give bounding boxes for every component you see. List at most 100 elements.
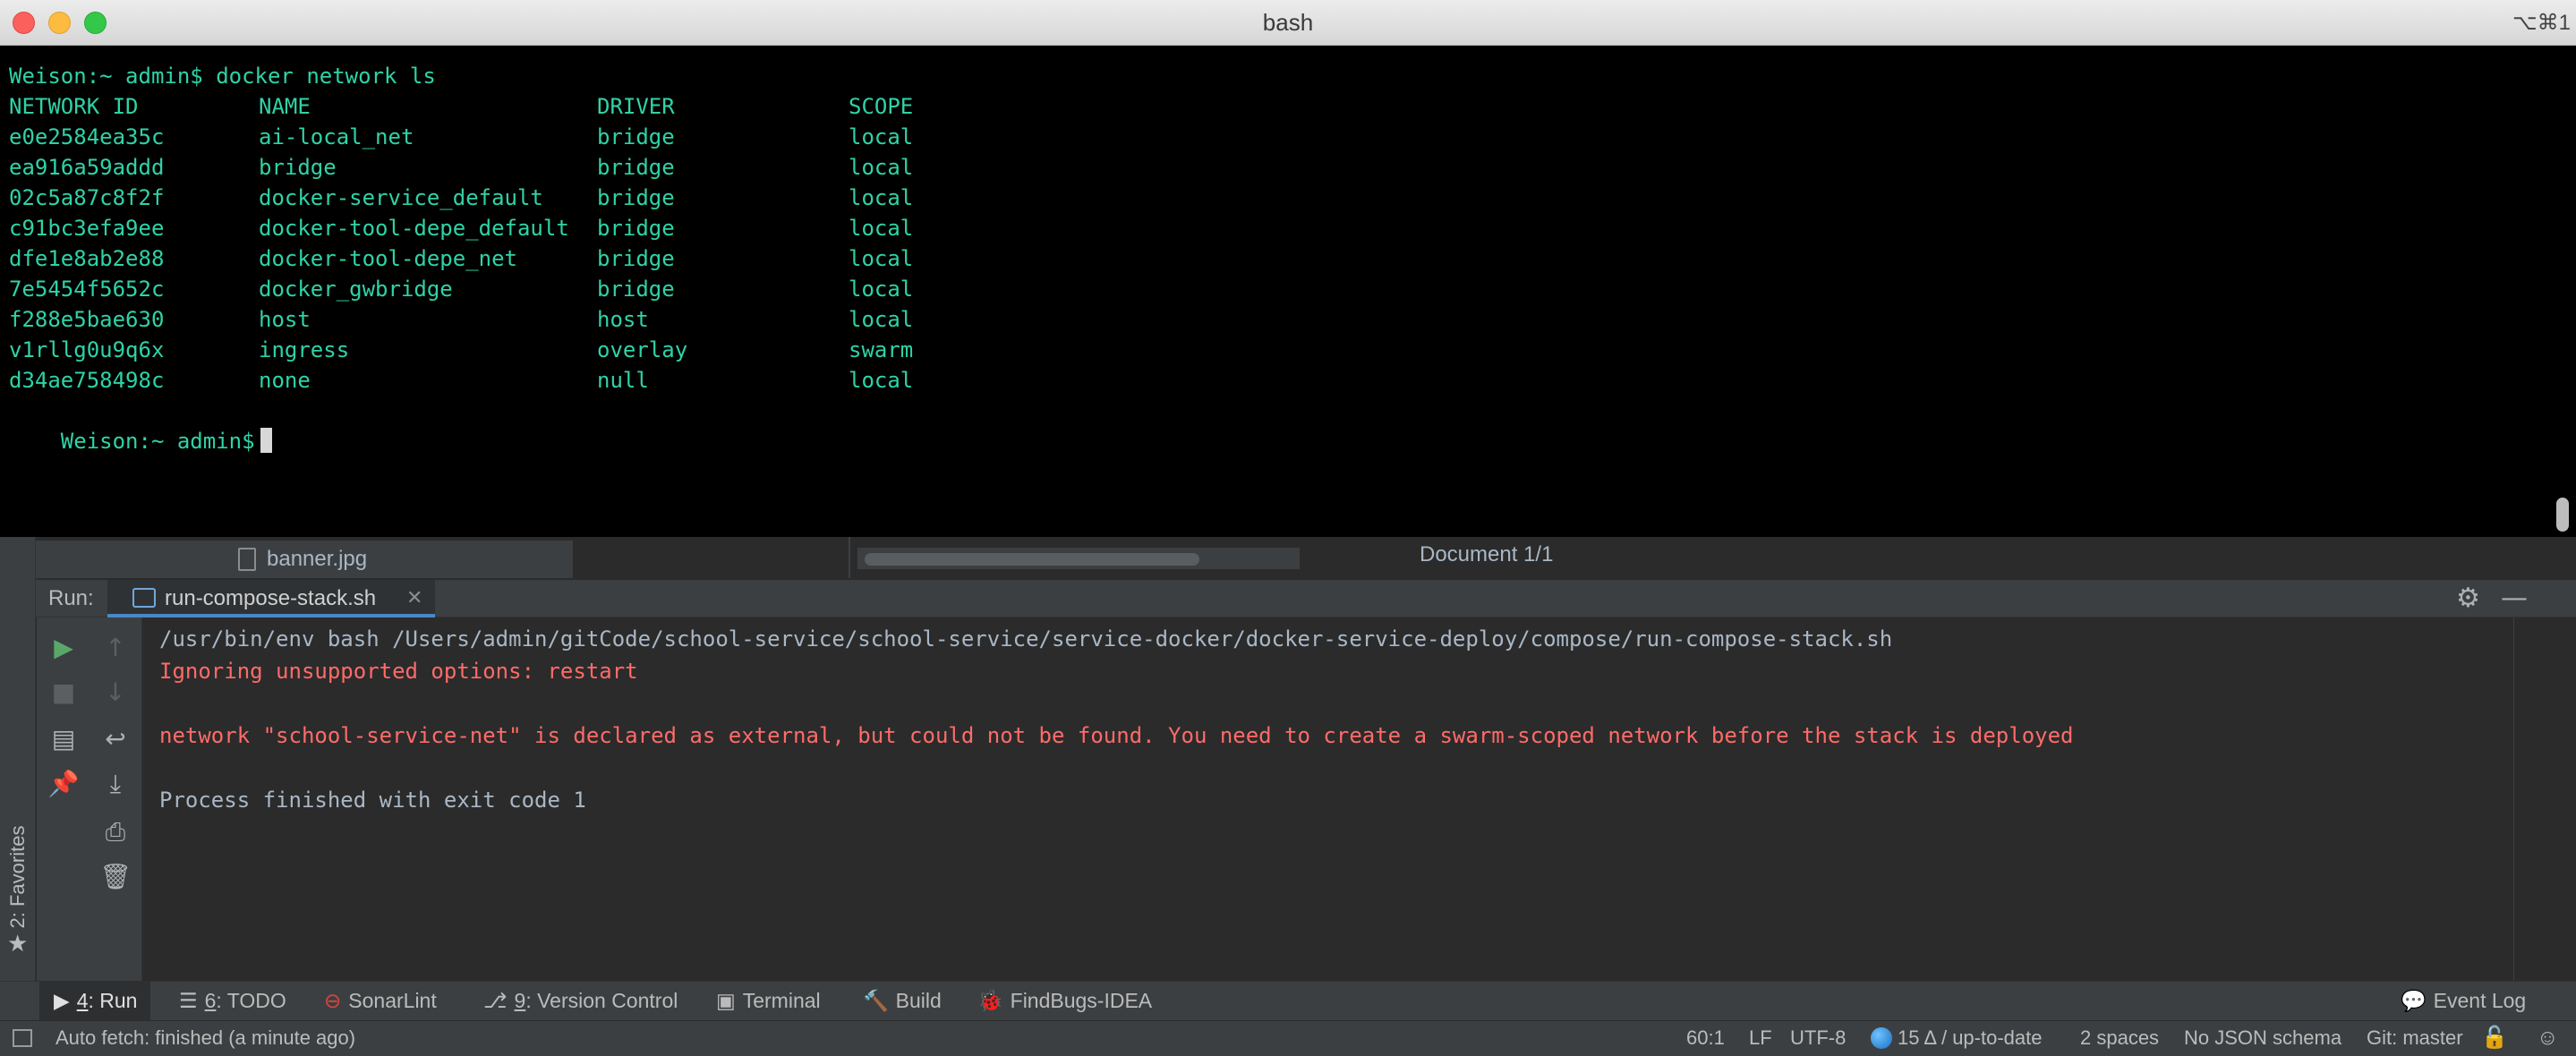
scroll-to-end-icon[interactable]: ⤓ <box>98 766 133 802</box>
table-row: v1rllg0u9q6x ingress overlay swarm <box>9 335 994 365</box>
network-scope-cell: local <box>849 216 914 241</box>
close-tab-icon[interactable]: ✕ <box>406 580 422 617</box>
branch-icon: ⎇ <box>483 989 508 1012</box>
run-toolbar: ▶ ↑ ■ ↓ ▤ ↩ 📌 ⤓ ⎙ 🗑 <box>37 617 142 981</box>
network-id-cell: v1rllg0u9q6x <box>9 337 165 362</box>
network-driver-cell: bridge <box>597 277 675 302</box>
network-id-cell: ea916a59addd <box>9 155 165 180</box>
play-icon: ▶ <box>54 989 70 1012</box>
line-separator[interactable]: LF <box>1749 1020 1772 1056</box>
git-branch[interactable]: Git: master <box>2367 1020 2463 1056</box>
table-row: c91bc3efa9ee docker-tool-depe_default br… <box>9 213 994 243</box>
network-id-cell: d34ae758498c <box>9 368 165 393</box>
network-driver-cell: bridge <box>597 155 675 180</box>
network-name-cell: none <box>259 368 311 393</box>
tool-windows-toggle-icon[interactable] <box>13 1029 32 1047</box>
table-row: 02c5a87c8f2f docker-service_default brid… <box>9 183 994 213</box>
console-line: network "school-service-net" is declared… <box>159 723 2074 748</box>
network-name-cell: ai-local_net <box>259 124 414 149</box>
star-icon[interactable]: ★ <box>7 931 28 958</box>
table-row: 7e5454f5652c docker_gwbridge bridge loca… <box>9 274 994 304</box>
network-name-cell: docker-tool-depe_net <box>259 246 517 271</box>
editor-tab-label: banner.jpg <box>267 547 368 571</box>
trash-icon[interactable]: 🗑 <box>98 859 133 895</box>
terminal-command-line: Weison:~ admin$ docker network ls <box>9 64 436 89</box>
tool-tab-terminal[interactable]: ▣ Terminal <box>716 981 821 1020</box>
speech-bubble-icon: 💬 <box>2401 989 2427 1012</box>
event-log-button[interactable]: 💬 Event Log <box>2401 981 2526 1020</box>
table-row: f288e5bae630 host host local <box>9 304 994 335</box>
run-panel-label: Run: <box>48 586 94 610</box>
up-arrow-icon[interactable]: ↑ <box>98 630 133 666</box>
vcs-status[interactable]: 15 Δ / up-to-date <box>1871 1020 2042 1056</box>
pin-icon[interactable]: 📌 <box>46 766 81 802</box>
tool-tab-version-control[interactable]: ⎇ 9: Version Control <box>483 981 678 1020</box>
tool-tab-todo[interactable]: ☰ 6: TODO <box>179 981 286 1020</box>
console-line: Process finished with exit code 1 <box>159 788 586 813</box>
image-file-icon <box>238 548 256 571</box>
tool-tab-build[interactable]: 🔨 Build <box>863 981 942 1020</box>
document-indicator: Document 1/1 <box>1420 542 1554 566</box>
terminal-shortcut: ⌥⌘1 <box>2512 11 2571 35</box>
network-id-cell: c91bc3efa9ee <box>9 216 165 241</box>
network-driver-cell: bridge <box>597 185 675 210</box>
network-scope-cell: local <box>849 246 914 271</box>
list-icon: ☰ <box>179 989 198 1012</box>
caret-position[interactable]: 60:1 <box>1686 1020 1725 1056</box>
terminal-title: bash <box>1262 9 1314 36</box>
column-header-driver: DRIVER <box>597 94 675 119</box>
json-schema[interactable]: No JSON schema <box>2184 1020 2341 1056</box>
gear-icon[interactable]: ⚙ <box>2456 580 2480 617</box>
network-name-cell: bridge <box>259 155 337 180</box>
minimize-icon[interactable]: — <box>2501 580 2528 617</box>
network-scope-cell: local <box>849 155 914 180</box>
network-name-cell: docker-tool-depe_default <box>259 216 569 241</box>
network-name-cell: ingress <box>259 337 350 362</box>
column-header-network-id: NETWORK ID <box>9 94 139 119</box>
stop-icon[interactable]: ■ <box>46 675 81 711</box>
network-scope-cell: local <box>849 124 914 149</box>
editor-scroll-thumb[interactable] <box>865 553 1199 566</box>
lock-icon[interactable]: 🔓 <box>2481 1020 2508 1056</box>
indent-setting[interactable]: 2 spaces <box>2080 1020 2159 1056</box>
network-scope-cell: local <box>849 277 914 302</box>
network-id-cell: 02c5a87c8f2f <box>9 185 165 210</box>
inspector-icon[interactable]: ☺ <box>2537 1020 2559 1056</box>
network-name-cell: host <box>259 307 311 332</box>
soft-wrap-icon[interactable]: ↩ <box>98 721 133 757</box>
console-line: Ignoring unsupported options: restart <box>159 659 638 684</box>
favorites-tool-button[interactable]: 2: Favorites <box>0 823 36 931</box>
tool-tab-run[interactable]: ▶ 4: Run <box>39 981 150 1020</box>
down-arrow-icon[interactable]: ↓ <box>98 675 133 711</box>
terminal-scrollbar[interactable] <box>2556 498 2569 532</box>
status-message[interactable]: Auto fetch: finished (a minute ago) <box>55 1020 355 1056</box>
print-icon[interactable]: ⎙ <box>98 814 133 850</box>
network-driver-cell: bridge <box>597 216 675 241</box>
tool-tab-findbugs[interactable]: 🐞 FindBugs-IDEA <box>977 981 1152 1020</box>
network-scope-cell: local <box>849 185 914 210</box>
network-name-cell: docker-service_default <box>259 185 543 210</box>
network-driver-cell: bridge <box>597 246 675 271</box>
network-driver-cell: overlay <box>597 337 688 362</box>
console-scrollbar[interactable] <box>2513 617 2540 981</box>
tool-tab-sonarlint[interactable]: ⊖ SonarLint <box>324 981 437 1020</box>
network-id-cell: dfe1e8ab2e88 <box>9 246 165 271</box>
terminal-icon: ▣ <box>716 989 736 1012</box>
network-driver-cell: bridge <box>597 124 675 149</box>
file-encoding[interactable]: UTF-8 <box>1790 1020 1846 1056</box>
layout-icon[interactable]: ▤ <box>46 721 81 757</box>
terminal-table-header: NETWORK ID NAME DRIVER SCOPE <box>9 91 994 122</box>
terminal-prompt: Weison:~ admin$ <box>60 429 255 454</box>
table-row: dfe1e8ab2e88 docker-tool-depe_net bridge… <box>9 243 994 274</box>
column-header-name: NAME <box>259 94 311 119</box>
run-config-tab-label: run-compose-stack.sh <box>165 586 377 610</box>
network-name-cell: docker_gwbridge <box>259 277 453 302</box>
rerun-icon[interactable]: ▶ <box>46 630 81 666</box>
terminal-output[interactable]: Weison:~ admin$ docker network ls NETWOR… <box>0 47 2576 537</box>
table-row: ea916a59addd bridge bridge local <box>9 152 994 183</box>
network-scope-cell: local <box>849 368 914 393</box>
editor-divider <box>849 537 850 578</box>
terminal-prompt-line[interactable]: Weison:~ admin$ <box>9 396 272 454</box>
sonarlint-icon: ⊖ <box>324 989 342 1012</box>
network-id-cell: 7e5454f5652c <box>9 277 165 302</box>
